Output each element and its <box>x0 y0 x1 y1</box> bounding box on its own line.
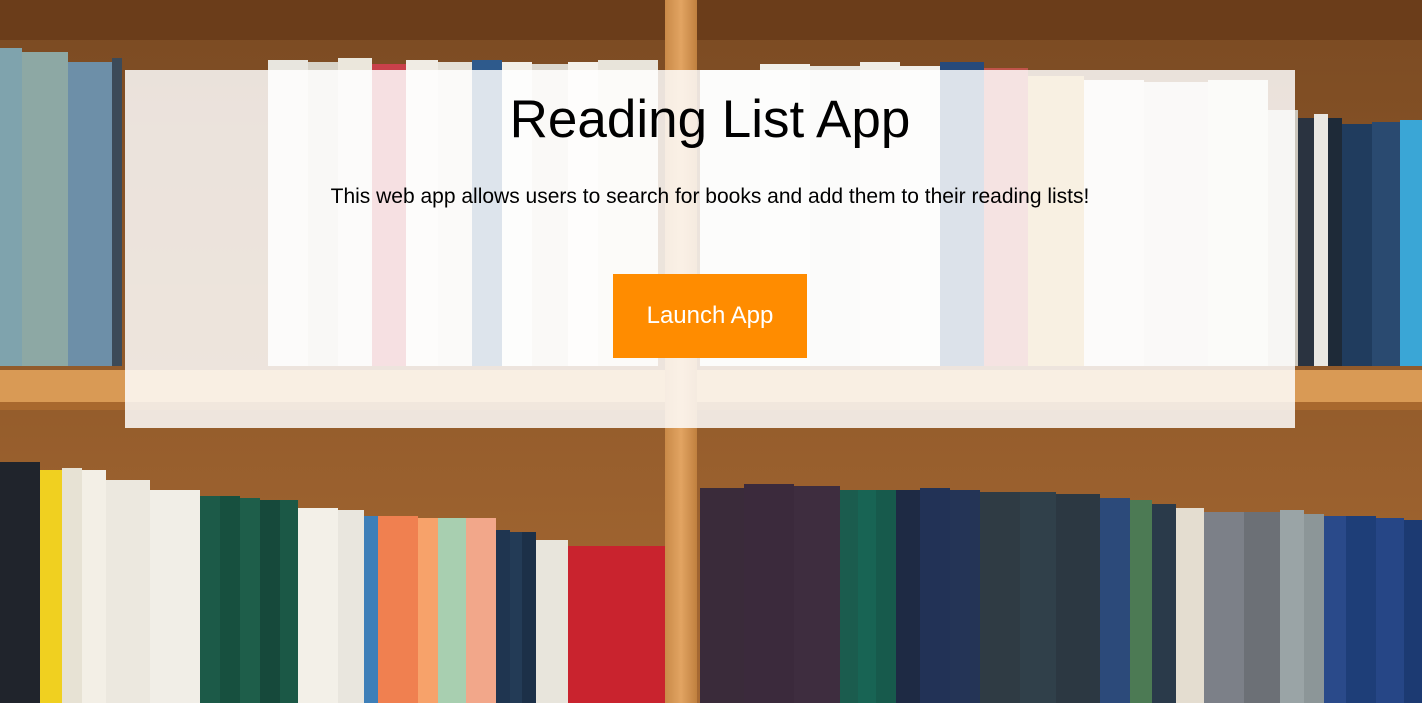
launch-app-button[interactable]: Launch App <box>613 274 807 358</box>
hero-panel: Reading List App This web app allows use… <box>125 70 1295 428</box>
page-title: Reading List App <box>509 90 911 149</box>
app-description: This web app allows users to search for … <box>330 185 1090 208</box>
